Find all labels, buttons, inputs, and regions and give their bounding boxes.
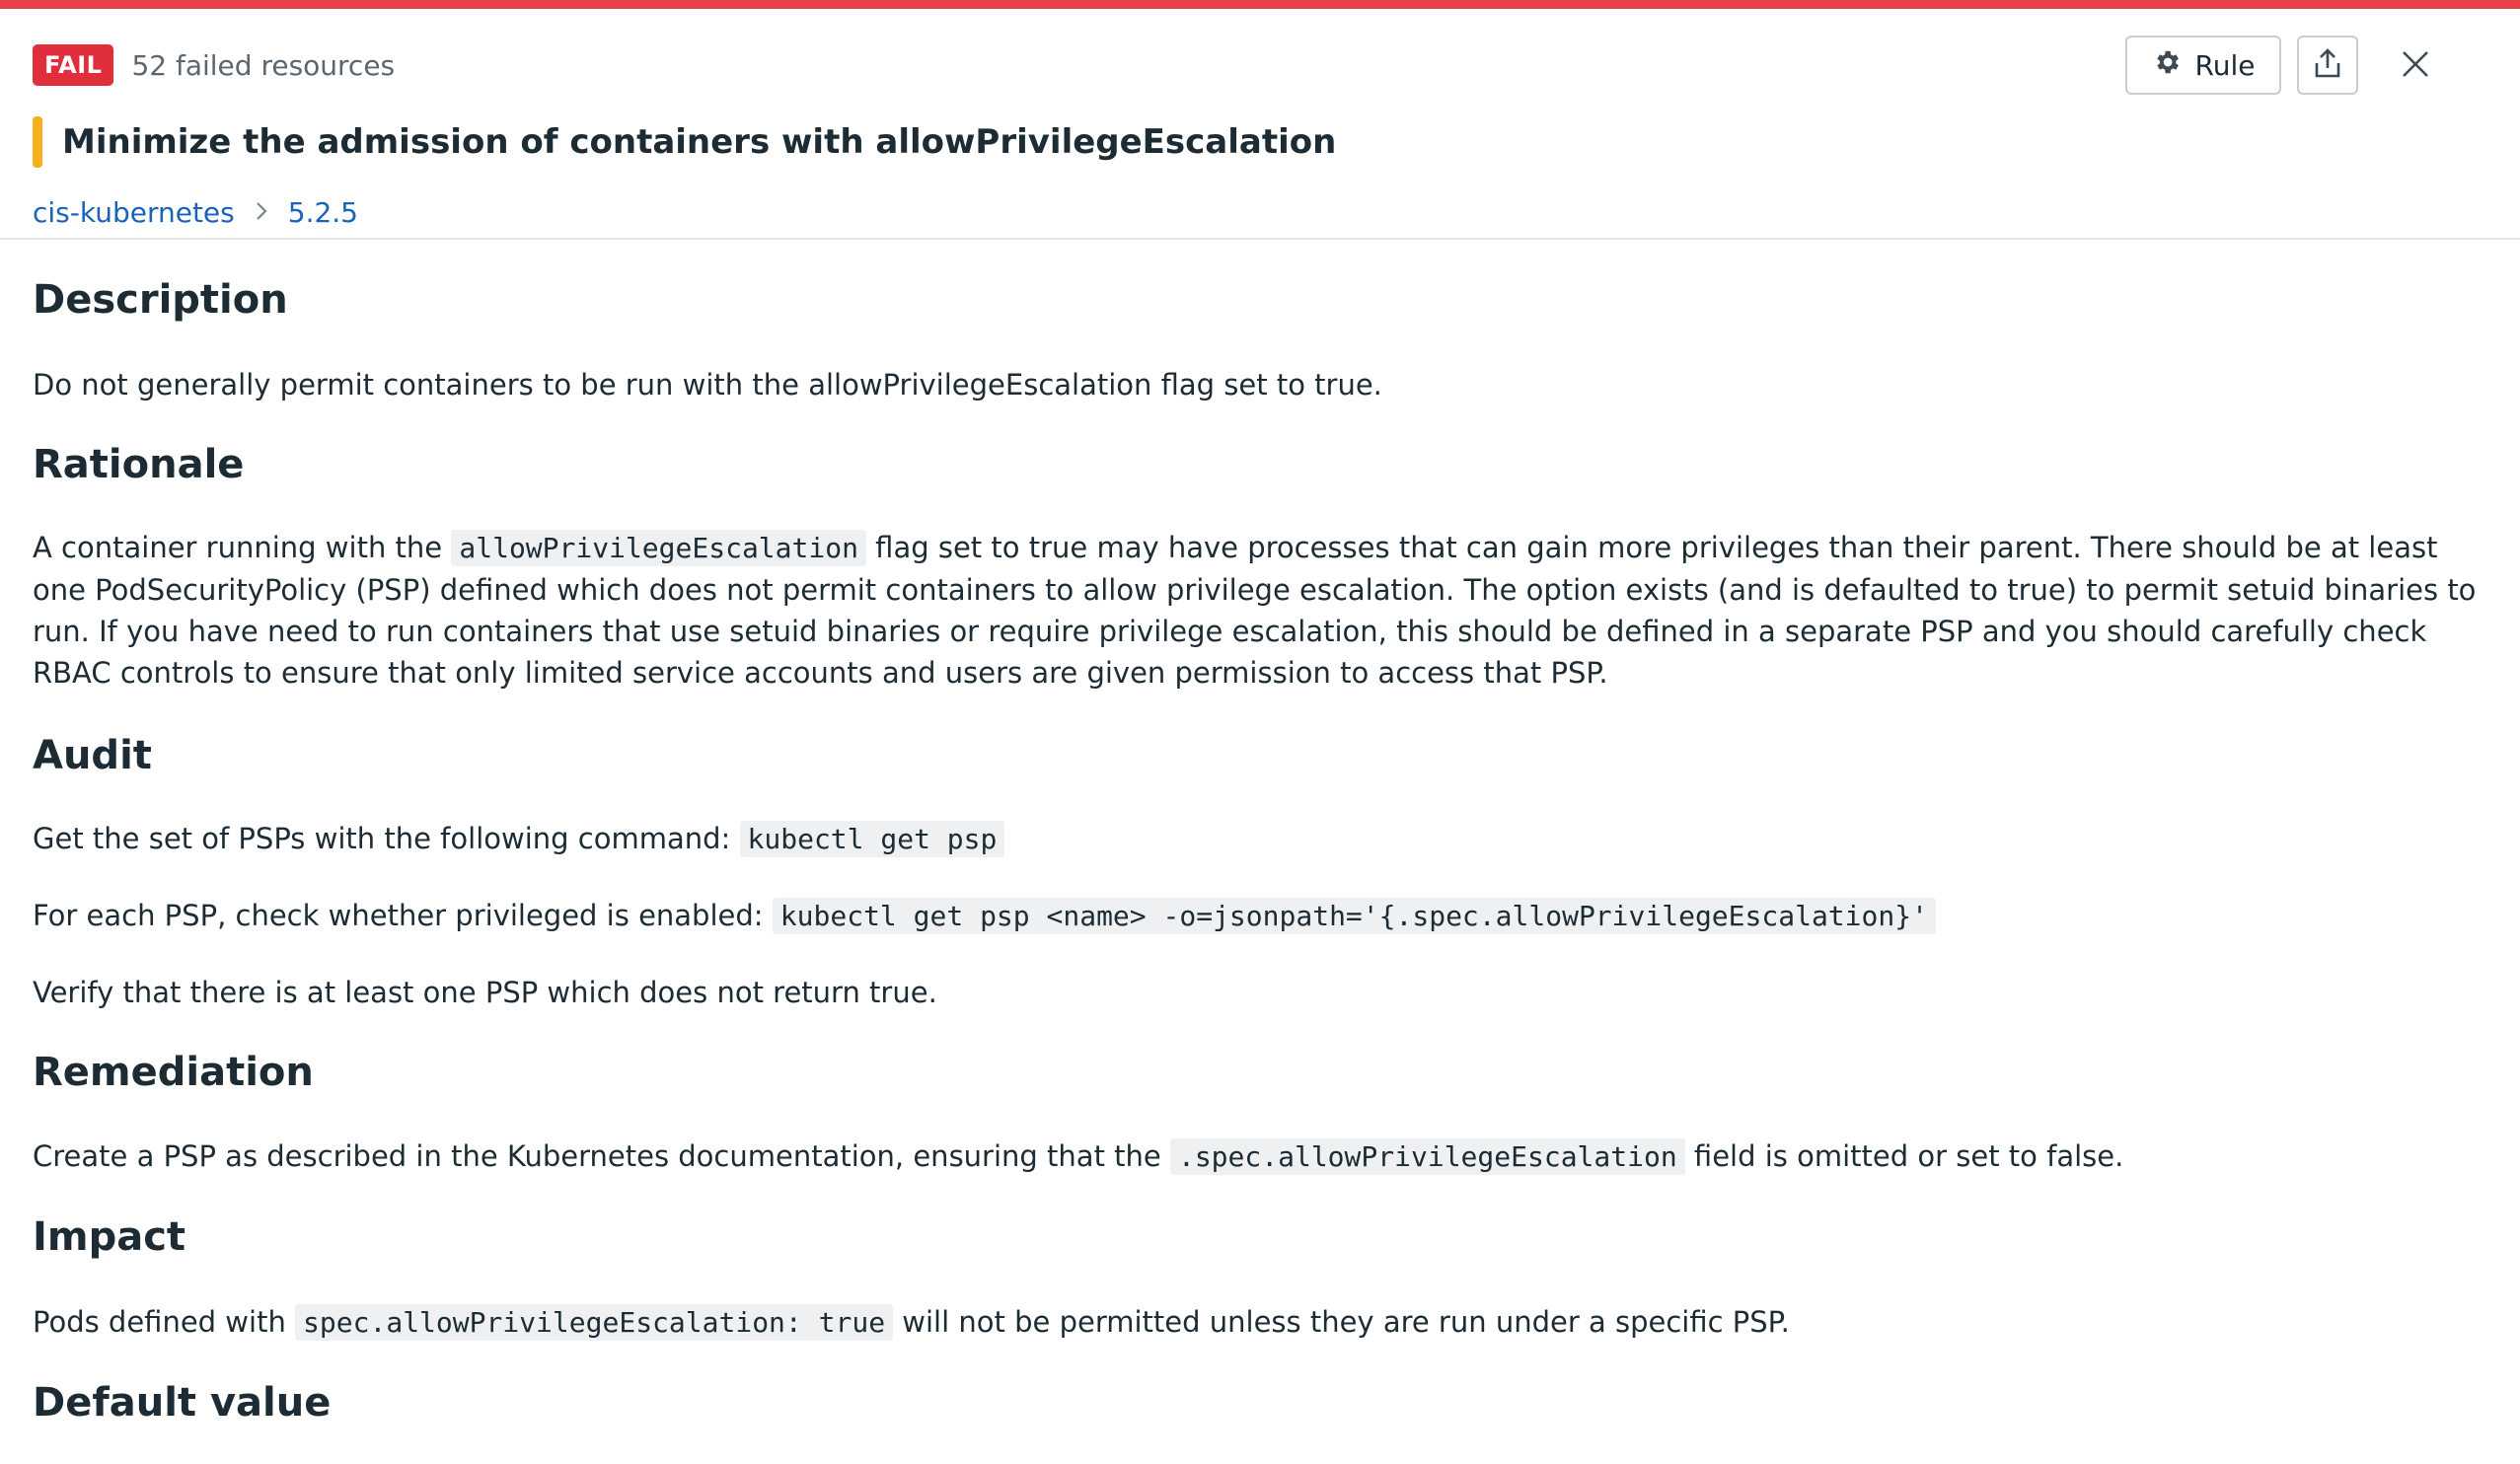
status-badge: FAIL bbox=[33, 44, 114, 86]
inline-code: .spec.allowPrivilegeEscalation bbox=[1169, 1138, 1685, 1175]
rationale-heading: Rationale bbox=[33, 442, 245, 487]
description-heading: Description bbox=[33, 277, 288, 323]
chevron-right-icon bbox=[255, 196, 268, 229]
audit-line-1: Get the set of PSPs with the following c… bbox=[33, 818, 1005, 860]
header-actions: Rule bbox=[2125, 36, 2520, 97]
breadcrumb-control[interactable]: 5.2.5 bbox=[288, 196, 358, 229]
rationale-text: A container running with the allowPrivil… bbox=[33, 527, 2489, 694]
inline-code: kubectl get psp <name> -o=jsonpath='{.sp… bbox=[772, 898, 1936, 934]
share-button[interactable] bbox=[2297, 36, 2358, 95]
panel-header: FAIL 52 failed resources Minimize the ad… bbox=[0, 9, 2520, 240]
remediation-heading: Remediation bbox=[33, 1050, 314, 1095]
page-title-row: Minimize the admission of containers wit… bbox=[33, 114, 1336, 170]
audit-line-1-text: Get the set of PSPs with the following c… bbox=[33, 822, 731, 855]
inline-code: allowPrivilegeEscalation bbox=[451, 530, 866, 566]
status-row: FAIL 52 failed resources bbox=[33, 43, 395, 87]
inline-code: kubectl get psp bbox=[739, 821, 1005, 857]
failed-resources-count[interactable]: 52 failed resources bbox=[131, 49, 395, 82]
page-title: Minimize the admission of containers wit… bbox=[62, 122, 1337, 162]
breadcrumb-framework[interactable]: cis-kubernetes bbox=[33, 196, 235, 229]
audit-line-2-text: For each PSP, check whether privileged i… bbox=[33, 899, 764, 932]
audit-heading: Audit bbox=[33, 733, 152, 778]
default-value-heading: Default value bbox=[33, 1380, 332, 1426]
remediation-text-rest: field is omitted or set to false. bbox=[1693, 1139, 2124, 1173]
impact-text: Pods defined with spec.allowPrivilegeEsc… bbox=[33, 1301, 1790, 1344]
gear-icon bbox=[2152, 47, 2182, 84]
rule-button[interactable]: Rule bbox=[2125, 36, 2281, 95]
remediation-text: Create a PSP as described in the Kuberne… bbox=[33, 1135, 2123, 1178]
audit-line-2: For each PSP, check whether privileged i… bbox=[33, 895, 1936, 937]
severity-marker bbox=[33, 116, 42, 168]
remediation-text-start: Create a PSP as described in the Kuberne… bbox=[33, 1139, 1161, 1173]
status-color-bar bbox=[0, 0, 2520, 9]
impact-heading: Impact bbox=[33, 1214, 186, 1260]
share-icon bbox=[2312, 46, 2343, 84]
description-text: Do not generally permit containers to be… bbox=[33, 368, 1382, 402]
close-button[interactable] bbox=[2392, 41, 2439, 89]
impact-text-start: Pods defined with bbox=[33, 1305, 286, 1339]
breadcrumb: cis-kubernetes 5.2.5 bbox=[33, 190, 358, 234]
rationale-text-start: A container running with the bbox=[33, 531, 443, 564]
inline-code: spec.allowPrivilegeEscalation: true bbox=[295, 1304, 894, 1341]
impact-text-rest: will not be permitted unless they are ru… bbox=[902, 1305, 1790, 1339]
rule-button-label: Rule bbox=[2194, 48, 2256, 82]
audit-line-3: Verify that there is at least one PSP wh… bbox=[33, 976, 937, 1009]
close-icon bbox=[2400, 48, 2431, 83]
